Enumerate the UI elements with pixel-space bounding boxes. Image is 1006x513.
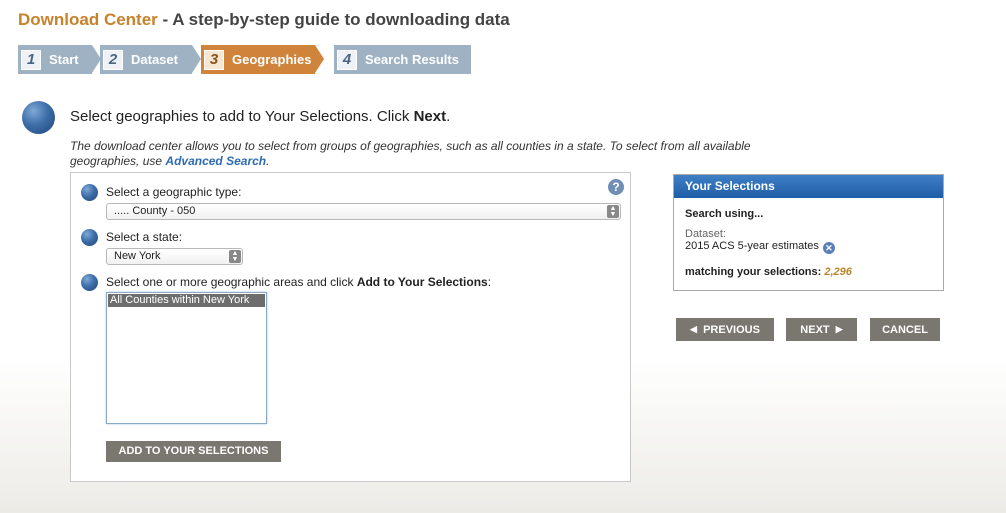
step-start[interactable]: 1 Start [18,45,101,74]
add-to-selections-button[interactable]: ADD TO YOUR SELECTIONS [106,441,281,462]
dataset-row: 2015 ACS 5-year estimates ✕ [685,240,943,254]
step-label: Geographies [232,52,312,67]
list-item[interactable]: All Counties within New York [108,294,265,307]
your-selections-panel: Your Selections Search using... Dataset:… [673,174,944,291]
previous-label: PREVIOUS [703,323,760,336]
state-label: Select a state: [106,230,183,244]
search-using-label: Search using... [685,208,764,220]
step-number: 4 [337,49,357,70]
select-arrows-icon: ▲ ▼ [607,205,619,218]
matching-label: matching your selections: [685,266,822,278]
step-number: 1 [21,49,41,70]
dataset-value: 2015 ACS 5-year estimates [685,240,819,252]
state-value: New York [114,250,161,262]
step-dataset[interactable]: 2 Dataset [100,45,201,74]
chevron-left-icon: ◀ [690,324,697,334]
areas-label-bold: Add to Your Selections [356,275,488,289]
bullet-ball-icon [81,184,98,201]
geo-type-label: Select a geographic type: [106,185,242,199]
page-subtitle: - A step-by-step guide to downloading da… [157,10,510,29]
step-number: 3 [204,49,224,70]
bullet-ball-icon [81,274,98,291]
state-select[interactable]: New York ▲ ▼ [106,248,243,265]
step-geographies[interactable]: 3 Geographies [201,45,324,74]
matching-count: 2,296 [824,266,852,278]
advanced-search-link[interactable]: Advanced Search [165,154,266,168]
areas-label-end: : [487,275,492,289]
select-arrows-icon: ▲ ▼ [229,250,241,263]
step-search-results[interactable]: 4 Search Results [334,45,471,74]
previous-button[interactable]: ◀ PREVIOUS [676,318,774,341]
bullet-ball-icon [81,229,98,246]
step-label: Dataset [131,52,178,67]
help-icon[interactable]: ? [608,179,624,195]
remove-icon[interactable]: ✕ [822,242,835,254]
areas-label-text: Select one or more geographic areas and … [106,275,357,289]
chevron-right-icon: ▶ [835,324,843,334]
geo-type-value: ..... County - 050 [114,205,196,217]
cancel-button[interactable]: CANCEL [870,318,940,341]
step-number: 2 [103,49,123,70]
your-selections-title: Your Selections [674,175,943,198]
description-end: . [266,154,270,168]
step-label: Search Results [365,52,459,67]
areas-label: Select one or more geographic areas and … [106,275,491,289]
instruction-end: . [446,108,451,125]
geography-panel: ? Select a geographic type: ..... County… [70,172,631,482]
page-title: Download Center - A step-by-step guide t… [18,10,510,30]
instruction-body: Select geographies to add to Your Select… [70,108,414,125]
step-label: Start [49,52,79,67]
bullet-ball-icon [22,101,55,134]
dataset-label: Dataset: [685,228,726,240]
next-label: NEXT [800,323,830,336]
description-text: The download center allows you to select… [70,139,790,169]
instruction-emphasis: Next [413,108,447,125]
geo-type-select[interactable]: ..... County - 050 ▲ ▼ [106,203,621,220]
matching-row: matching your selections: 2,296 [685,266,943,278]
next-button[interactable]: NEXT ▶ [786,318,857,341]
brand-title: Download Center [18,10,158,29]
geographic-areas-listbox[interactable]: All Counties within New York [106,292,267,424]
instruction-text: Select geographies to add to Your Select… [70,108,450,125]
